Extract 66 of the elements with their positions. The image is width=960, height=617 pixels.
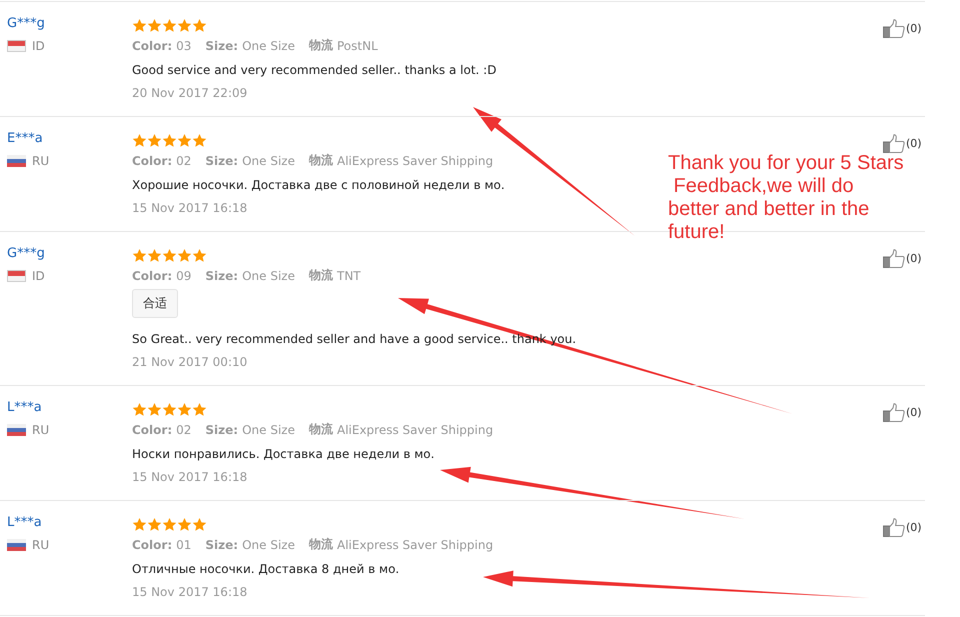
flag-icon xyxy=(7,40,26,52)
country-code: RU xyxy=(32,154,50,168)
reviewer-name[interactable]: G***g xyxy=(7,246,45,261)
shipping-label: 物流 xyxy=(308,267,333,284)
review-text: Носки понравились. Доставка две недели в мо. xyxy=(132,446,434,462)
review-text: Хорошие носочки. Доставка две с половиной недели в мо. xyxy=(132,176,505,194)
shipping-label: 物流 xyxy=(308,536,333,553)
size-value: One Size xyxy=(242,154,295,168)
color-value: 09 xyxy=(176,268,192,282)
color-label: Color: xyxy=(132,538,172,552)
country-code: ID xyxy=(32,269,45,283)
review-text: Good service and very recommended seller.. thanks a lot. :D xyxy=(132,62,496,78)
like-count: (0) xyxy=(906,21,922,37)
thumbs-up-icon[interactable] xyxy=(883,134,905,153)
color-label: Color: xyxy=(132,422,172,436)
flag-icon xyxy=(7,270,26,282)
color-value: 03 xyxy=(176,38,192,52)
color-value: 02 xyxy=(176,154,192,168)
review-date: 20 Nov 2017 22:09 xyxy=(132,85,248,102)
review-date: 15 Nov 2017 16:18 xyxy=(132,584,248,601)
review-date: 15 Nov 2017 16:18 xyxy=(132,469,248,486)
shipping-value: TNT xyxy=(336,268,361,282)
color-value: 02 xyxy=(176,422,192,436)
color-label: Color: xyxy=(132,268,172,282)
shipping-value: AliExpress Saver Shipping xyxy=(336,422,494,436)
like-count: (0) xyxy=(906,520,922,536)
size-label: Size: xyxy=(205,268,238,282)
size-value: One Size xyxy=(242,268,295,282)
reviewer-name[interactable]: E***a xyxy=(7,131,43,146)
review-date: 15 Nov 2017 16:18 xyxy=(132,200,248,217)
country-code: ID xyxy=(32,39,45,53)
like-count: (0) xyxy=(906,405,922,421)
reviewer-name[interactable]: G***g xyxy=(7,16,45,31)
thumbs-up-icon[interactable] xyxy=(883,19,905,38)
flag-icon xyxy=(7,539,26,551)
size-value: One Size xyxy=(242,422,295,436)
annotation-text: Thank you for your 5 Stars Feedback,we will do better and better in the future! xyxy=(668,152,904,244)
like-count: (0) xyxy=(906,251,922,267)
country-code: RU xyxy=(32,423,50,437)
size-label: Size: xyxy=(205,38,238,52)
size-value: One Size xyxy=(242,38,295,52)
review-tag: 合适 xyxy=(132,289,178,318)
thumbs-up-icon[interactable] xyxy=(883,518,905,537)
size-value: One Size xyxy=(242,538,295,552)
flag-icon xyxy=(7,155,26,167)
shipping-value: AliExpress Saver Shipping xyxy=(336,538,494,552)
review-text: Отличные носочки. Доставка 8 дней в мо. xyxy=(132,560,400,578)
like-count: (0) xyxy=(906,136,922,152)
shipping-label: 物流 xyxy=(308,152,333,169)
shipping-value: PostNL xyxy=(336,38,378,52)
size-label: Size: xyxy=(205,154,238,168)
shipping-label: 物流 xyxy=(308,37,333,54)
size-label: Size: xyxy=(205,422,238,436)
country-code: RU xyxy=(32,538,50,552)
shipping-value: AliExpress Saver Shipping xyxy=(336,154,494,168)
reviewer-name[interactable]: L***a xyxy=(7,400,42,415)
color-label: Color: xyxy=(132,154,172,168)
thumbs-up-icon[interactable] xyxy=(883,249,905,268)
shipping-label: 物流 xyxy=(308,421,333,438)
flag-icon xyxy=(7,424,26,436)
color-value: 01 xyxy=(176,538,192,552)
reviewer-name[interactable]: L***a xyxy=(7,515,42,530)
review-date: 21 Nov 2017 00:10 xyxy=(132,354,248,371)
size-label: Size: xyxy=(205,538,238,552)
color-label: Color: xyxy=(132,38,172,52)
thumbs-up-icon[interactable] xyxy=(883,403,905,422)
